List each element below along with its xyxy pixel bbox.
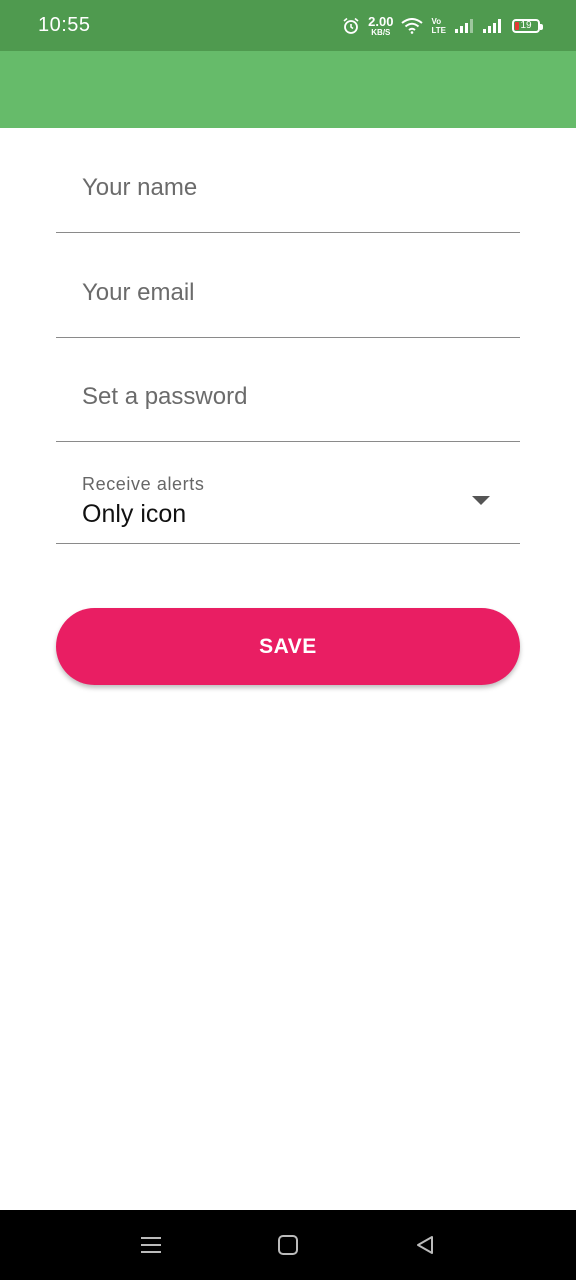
status-time: 10:55 xyxy=(38,14,91,36)
signal-icon xyxy=(482,18,502,34)
network-speed-value: 2.00 xyxy=(368,14,394,29)
battery-fill xyxy=(515,22,519,30)
signal-icon xyxy=(454,18,474,34)
password-input[interactable] xyxy=(82,381,520,413)
back-icon[interactable] xyxy=(410,1230,440,1260)
receive-alerts-dropdown[interactable]: Receive alerts Only icon xyxy=(56,442,520,544)
app-bar xyxy=(0,51,576,128)
volte-top: Vo xyxy=(431,17,442,26)
dropdown-arrow-icon[interactable] xyxy=(472,496,490,505)
network-speed: 2.00 KB/S xyxy=(368,15,393,37)
receive-alerts-label: Receive alerts xyxy=(82,474,205,494)
password-field[interactable] xyxy=(56,338,520,442)
status-icons: 2.00 KB/S Vo LTE 19 xyxy=(342,12,543,40)
navigation-bar xyxy=(0,1210,576,1280)
menu-icon[interactable] xyxy=(136,1230,166,1260)
name-field[interactable] xyxy=(56,128,520,233)
home-icon[interactable] xyxy=(273,1230,303,1260)
app-screen: 10:55 2.00 KB/S Vo LTE 19 Your name Your… xyxy=(0,0,576,1280)
volte-bottom: LTE xyxy=(431,26,446,35)
status-bar: 10:55 2.00 KB/S Vo LTE 19 xyxy=(0,0,576,51)
battery-level: 19 xyxy=(520,20,532,31)
email-field[interactable] xyxy=(56,233,520,338)
alarm-icon xyxy=(342,17,360,35)
volte-icon: Vo LTE xyxy=(431,17,446,35)
battery-icon: 19 xyxy=(512,19,543,33)
receive-alerts-value: Only icon xyxy=(82,500,187,528)
save-button[interactable]: SAVE xyxy=(56,608,520,685)
email-input[interactable] xyxy=(82,277,520,309)
name-input[interactable] xyxy=(82,172,520,204)
network-speed-unit: KB/S xyxy=(371,28,391,37)
wifi-icon xyxy=(401,18,424,34)
